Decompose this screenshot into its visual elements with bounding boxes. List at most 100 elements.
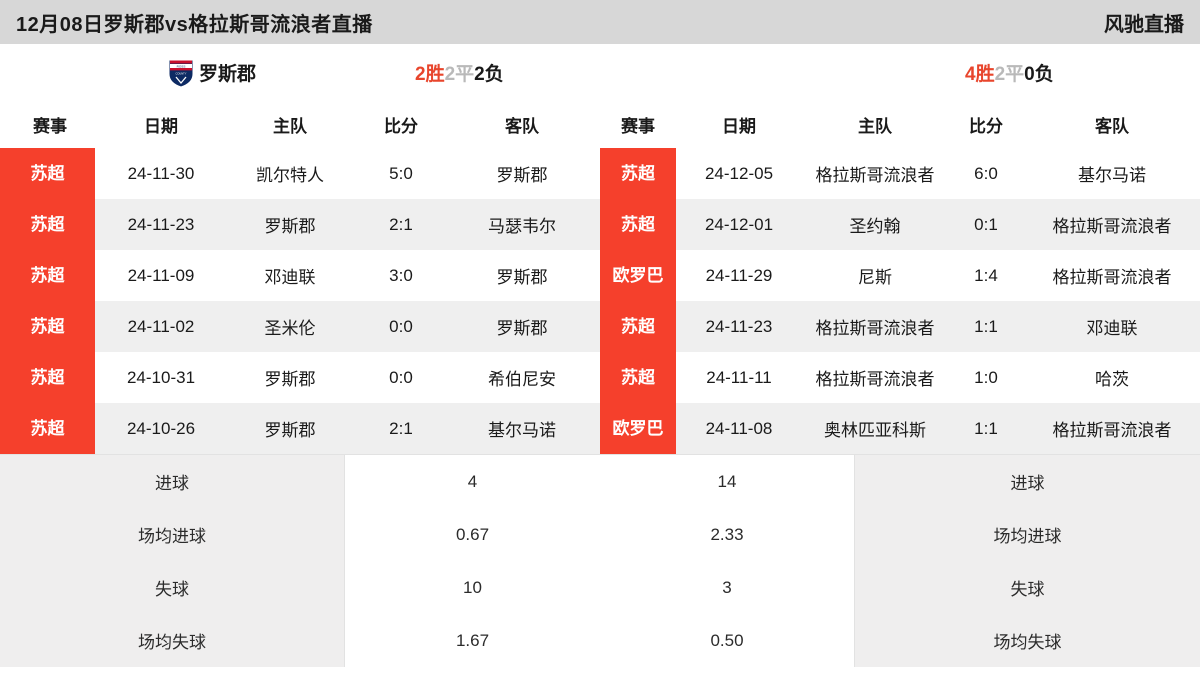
competition-badge: 苏超 bbox=[0, 403, 95, 454]
cell-score: 1:1 bbox=[948, 403, 1024, 454]
cell-score: 3:0 bbox=[358, 250, 444, 301]
cell-home-team: 邓迪联 bbox=[222, 250, 358, 301]
cell-competition: 苏超 bbox=[0, 148, 100, 199]
stat-label-left: 失球 bbox=[0, 561, 345, 614]
col-header-home: 主队 bbox=[802, 100, 948, 148]
stat-value-left: 10 bbox=[345, 561, 600, 614]
cell-away-team: 希伯尼安 bbox=[444, 352, 600, 403]
competition-badge: 欧罗巴 bbox=[600, 403, 676, 454]
cell-date: 24-11-08 bbox=[676, 403, 802, 454]
cell-score: 6:0 bbox=[948, 148, 1024, 199]
cell-away-team: 格拉斯哥流浪者 bbox=[1024, 403, 1200, 454]
cell-date: 24-10-26 bbox=[100, 403, 222, 454]
table-row[interactable]: 欧罗巴 24-11-08 奥林匹亚科斯 1:1 格拉斯哥流浪者 bbox=[600, 403, 1200, 454]
cell-score: 1:0 bbox=[948, 352, 1024, 403]
table-row[interactable]: 欧罗巴 24-11-29 尼斯 1:4 格拉斯哥流浪者 bbox=[600, 250, 1200, 301]
cell-competition: 苏超 bbox=[0, 403, 100, 454]
col-header-competition: 赛事 bbox=[0, 100, 100, 148]
cell-away-team: 罗斯郡 bbox=[444, 148, 600, 199]
cell-competition: 苏超 bbox=[0, 199, 100, 250]
table-row[interactable]: 苏超 24-11-11 格拉斯哥流浪者 1:0 哈茨 bbox=[600, 352, 1200, 403]
table-row[interactable]: 苏超 24-11-23 格拉斯哥流浪者 1:1 邓迪联 bbox=[600, 301, 1200, 352]
competition-badge: 苏超 bbox=[600, 148, 676, 199]
competition-badge: 苏超 bbox=[600, 199, 676, 250]
table-row[interactable]: 苏超 24-10-31 罗斯郡 0:0 希伯尼安 bbox=[0, 352, 600, 403]
cell-date: 24-11-09 bbox=[100, 250, 222, 301]
away-recent-matches: 赛事 日期 主队 比分 客队 苏超 24-12-05 格拉斯哥流浪者 6:0 基尔马诺苏… bbox=[600, 100, 1200, 454]
table-row[interactable]: 苏超 24-11-30 凯尔特人 5:0 罗斯郡 bbox=[0, 148, 600, 199]
table-header-row: 赛事 日期 主队 比分 客队 bbox=[0, 100, 600, 148]
topbar: 12月08日罗斯郡vs格拉斯哥流浪者直播 风驰直播 bbox=[0, 0, 1200, 44]
team-stats-comparison: 进球 4 14 进球 场均进球 0.67 2.33 场均进球 失球 10 3 失球 场均失球 1.67 0.… bbox=[0, 454, 1200, 667]
cell-home-team: 格拉斯哥流浪者 bbox=[802, 352, 948, 403]
cell-home-team: 格拉斯哥流浪者 bbox=[802, 148, 948, 199]
cell-away-team: 基尔马诺 bbox=[444, 403, 600, 454]
competition-badge: 苏超 bbox=[0, 199, 95, 250]
stat-value-left: 1.67 bbox=[345, 614, 600, 667]
stat-row: 场均失球 1.67 0.50 场均失球 bbox=[0, 614, 1200, 667]
cell-date: 24-11-11 bbox=[676, 352, 802, 403]
table-header-row: 赛事 日期 主队 比分 客队 bbox=[600, 100, 1200, 148]
page-root: 12月08日罗斯郡vs格拉斯哥流浪者直播 风驰直播 ROSS COUNTY 罗斯… bbox=[0, 0, 1200, 675]
cell-score: 2:1 bbox=[358, 403, 444, 454]
cell-score: 0:0 bbox=[358, 301, 444, 352]
team-header-strip: ROSS COUNTY 罗斯郡 2胜 2平 2负 4胜 2平 0负 bbox=[0, 44, 1200, 100]
svg-text:ROSS: ROSS bbox=[177, 64, 186, 68]
col-header-away: 客队 bbox=[1024, 100, 1200, 148]
competition-badge: 苏超 bbox=[0, 250, 95, 301]
col-header-score: 比分 bbox=[948, 100, 1024, 148]
competition-badge: 苏超 bbox=[0, 148, 95, 199]
col-header-score: 比分 bbox=[358, 100, 444, 148]
home-team-name: 罗斯郡 bbox=[199, 63, 257, 85]
away-matches-table: 赛事 日期 主队 比分 客队 苏超 24-12-05 格拉斯哥流浪者 6:0 基尔马诺苏… bbox=[600, 100, 1200, 454]
table-row[interactable]: 苏超 24-12-01 圣约翰 0:1 格拉斯哥流浪者 bbox=[600, 199, 1200, 250]
cell-date: 24-11-23 bbox=[676, 301, 802, 352]
cell-home-team: 圣米伦 bbox=[222, 301, 358, 352]
cell-date: 24-11-30 bbox=[100, 148, 222, 199]
table-row[interactable]: 苏超 24-11-02 圣米伦 0:0 罗斯郡 bbox=[0, 301, 600, 352]
cell-away-team: 邓迪联 bbox=[1024, 301, 1200, 352]
ross-county-shield-icon: ROSS COUNTY bbox=[165, 56, 197, 88]
cell-score: 2:1 bbox=[358, 199, 444, 250]
cell-date: 24-10-31 bbox=[100, 352, 222, 403]
competition-badge: 苏超 bbox=[600, 352, 676, 403]
table-row[interactable]: 苏超 24-12-05 格拉斯哥流浪者 6:0 基尔马诺 bbox=[600, 148, 1200, 199]
stat-label-right: 失球 bbox=[855, 561, 1200, 614]
cell-competition: 苏超 bbox=[600, 148, 676, 199]
stat-label-right: 场均失球 bbox=[855, 614, 1200, 667]
cell-away-team: 哈茨 bbox=[1024, 352, 1200, 403]
stat-value-right: 0.50 bbox=[600, 614, 855, 667]
competition-badge: 苏超 bbox=[0, 352, 95, 403]
home-team-header[interactable]: ROSS COUNTY 罗斯郡 2胜 2平 2负 bbox=[0, 44, 504, 100]
away-matches-body: 苏超 24-12-05 格拉斯哥流浪者 6:0 基尔马诺 苏超 24-12-01 圣约翰 0:1… bbox=[600, 148, 1200, 454]
away-team-header[interactable]: 格拉斯哥流浪者 4胜 2平 0负 bbox=[475, 44, 1200, 100]
cell-competition: 欧罗巴 bbox=[600, 250, 676, 301]
cell-home-team: 奥林匹亚科斯 bbox=[802, 403, 948, 454]
cell-home-team: 罗斯郡 bbox=[222, 199, 358, 250]
home-matches-body: 苏超 24-11-30 凯尔特人 5:0 罗斯郡 苏超 24-11-23 罗斯郡 2:1 马瑟韦尔… bbox=[0, 148, 600, 454]
home-record-draws: 2平 bbox=[444, 63, 475, 85]
cell-home-team: 罗斯郡 bbox=[222, 403, 358, 454]
cell-home-team: 格拉斯哥流浪者 bbox=[802, 301, 948, 352]
stat-label-left: 场均失球 bbox=[0, 614, 345, 667]
stat-label-left: 场均进球 bbox=[0, 508, 345, 561]
col-header-away: 客队 bbox=[444, 100, 600, 148]
away-record-losses: 0负 bbox=[1024, 63, 1054, 85]
stat-label-left: 进球 bbox=[0, 455, 345, 508]
cell-competition: 苏超 bbox=[600, 199, 676, 250]
cell-competition: 苏超 bbox=[0, 250, 100, 301]
cell-competition: 苏超 bbox=[0, 352, 100, 403]
col-header-date: 日期 bbox=[676, 100, 802, 148]
cell-date: 24-11-23 bbox=[100, 199, 222, 250]
cell-home-team: 圣约翰 bbox=[802, 199, 948, 250]
home-record-wins: 2胜 bbox=[415, 63, 445, 85]
cell-away-team: 格拉斯哥流浪者 bbox=[1024, 199, 1200, 250]
table-row[interactable]: 苏超 24-11-09 邓迪联 3:0 罗斯郡 bbox=[0, 250, 600, 301]
cell-home-team: 罗斯郡 bbox=[222, 352, 358, 403]
home-recent-matches: 赛事 日期 主队 比分 客队 苏超 24-11-30 凯尔特人 5:0 罗斯郡 苏超 24-… bbox=[0, 100, 600, 454]
table-row[interactable]: 苏超 24-11-23 罗斯郡 2:1 马瑟韦尔 bbox=[0, 199, 600, 250]
stat-row: 失球 10 3 失球 bbox=[0, 561, 1200, 614]
col-header-date: 日期 bbox=[100, 100, 222, 148]
cell-date: 24-12-05 bbox=[676, 148, 802, 199]
table-row[interactable]: 苏超 24-10-26 罗斯郡 2:1 基尔马诺 bbox=[0, 403, 600, 454]
